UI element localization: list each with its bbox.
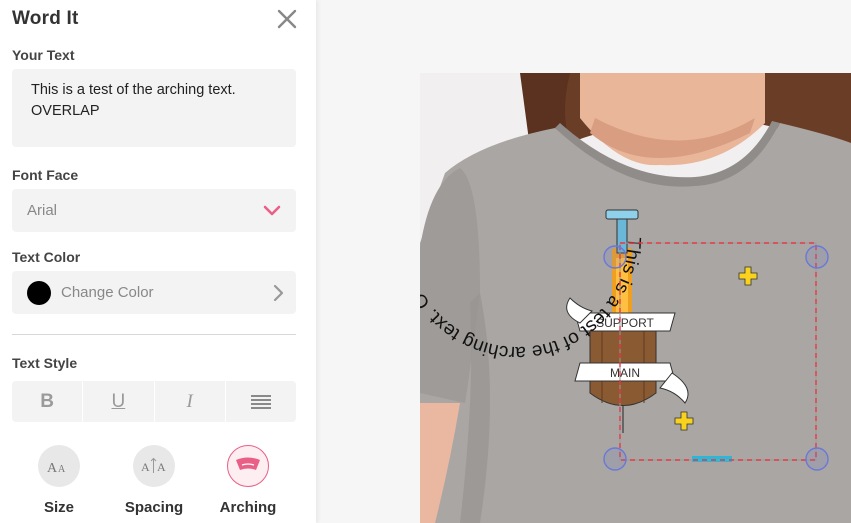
word-it-panel: Word It Your Text This is a test of the … (0, 0, 316, 523)
change-color-button[interactable]: Change Color (12, 271, 296, 314)
resize-handle-bottom-left[interactable] (603, 447, 627, 471)
close-icon[interactable] (276, 8, 298, 30)
spacing-tool[interactable]: A A Spacing (109, 443, 199, 516)
text-tools: A A Size A A Spacing Arching (0, 443, 316, 523)
spacing-icon: A A (133, 445, 175, 487)
tshirt-preview: SUPPORT MAIN This is a test of the archi… (420, 73, 851, 523)
size-tool[interactable]: A A Size (14, 443, 104, 516)
size-icon: A A (38, 445, 80, 487)
text-style-label: Text Style (12, 355, 78, 371)
font-face-select[interactable]: Arial (12, 189, 296, 232)
svg-text:A: A (157, 460, 166, 474)
svg-text:A: A (47, 461, 58, 474)
align-button[interactable] (224, 381, 296, 422)
arching-tool[interactable]: Arching (203, 443, 293, 516)
underline-button[interactable]: U (82, 381, 153, 422)
text-style-toolbar: B U I (12, 381, 296, 422)
arching-label: Arching (219, 499, 277, 516)
your-text-label: Your Text (12, 47, 75, 63)
change-color-label: Change Color (61, 284, 154, 301)
align-justify-icon (250, 394, 271, 409)
text-input-line-1: This is a test of the arching text. (31, 82, 236, 98)
divider (12, 334, 296, 335)
color-swatch (27, 280, 51, 305)
font-face-label: Font Face (12, 167, 79, 183)
font-face-value: Arial (27, 202, 58, 219)
chevron-right-icon (273, 284, 284, 301)
italic-button[interactable]: I (153, 381, 225, 422)
resize-handle-top-left[interactable] (603, 245, 627, 269)
resize-handle-top-right[interactable] (805, 245, 829, 269)
panel-title: Word It (12, 8, 79, 29)
svg-text:A: A (58, 464, 66, 474)
arching-icon (227, 445, 269, 487)
text-input[interactable]: This is a test of the arching text. OVER… (12, 69, 296, 147)
text-input-line-2: OVERLAP (31, 103, 100, 119)
banner-bottom-text: MAIN (610, 366, 640, 380)
spacing-label: Spacing (124, 499, 184, 516)
design-canvas[interactable]: SUPPORT MAIN This is a test of the archi… (420, 73, 851, 523)
resize-handle-bottom-right[interactable] (805, 447, 829, 471)
chevron-down-icon (263, 205, 281, 215)
bold-button[interactable]: B (12, 381, 82, 422)
svg-text:A: A (141, 460, 150, 474)
size-label: Size (43, 499, 74, 516)
text-color-label: Text Color (12, 249, 81, 265)
